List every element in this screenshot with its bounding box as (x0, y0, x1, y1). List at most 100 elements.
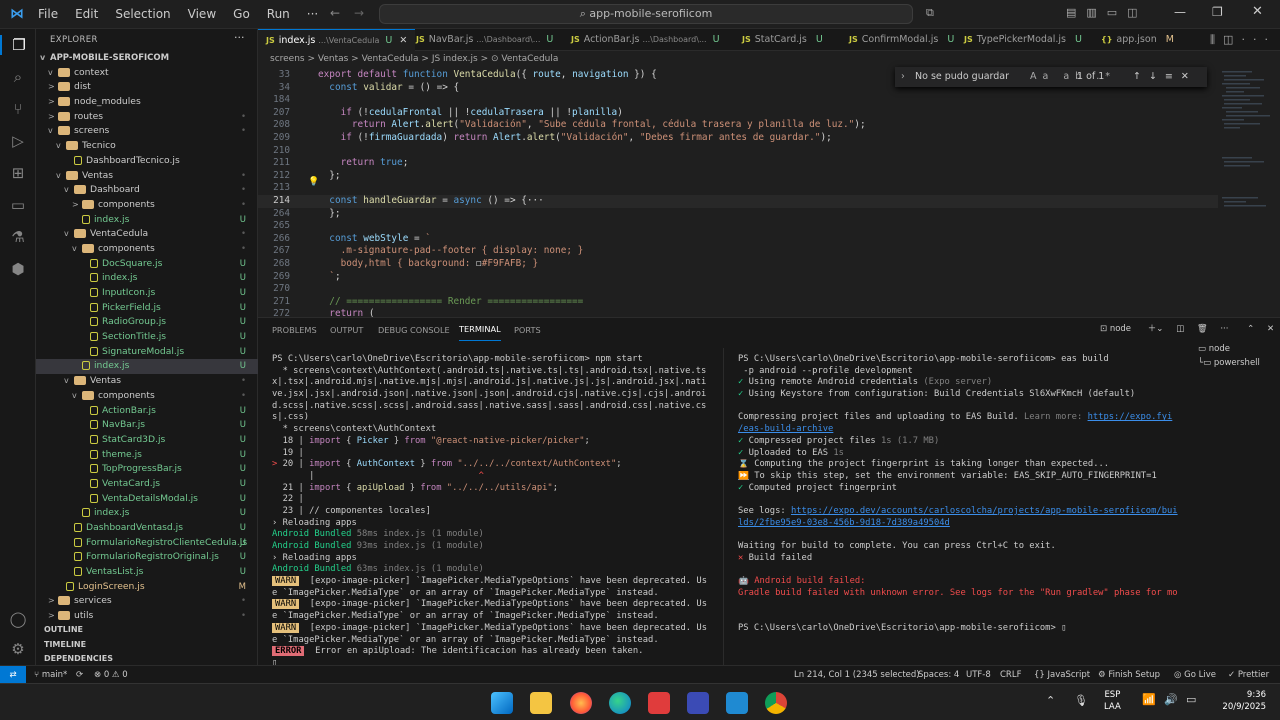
file-item[interactable]: VentaCard.js U (36, 477, 258, 492)
chrome-icon[interactable] (765, 692, 787, 714)
file-item[interactable]: FormularioRegistroClienteCedula.js U (36, 536, 258, 551)
code-line[interactable]: 270 (258, 283, 1218, 296)
edge-icon[interactable] (609, 692, 631, 714)
sync-icon[interactable]: ⟳ (76, 666, 83, 684)
problems-count[interactable]: ⊗ 0 ⚠ 0 (94, 666, 128, 684)
volume-icon[interactable]: 🔊 (1164, 693, 1178, 706)
section-outline[interactable]: OUTLINE (36, 623, 83, 638)
file-item[interactable]: RadioGroup.js U (36, 315, 258, 330)
code-line[interactable]: 264 }; (258, 208, 1218, 221)
folder-item[interactable]: v context (36, 66, 258, 81)
vscode-taskbar-icon[interactable] (726, 692, 748, 714)
minimize-icon[interactable]: — (1174, 5, 1186, 19)
folder-item[interactable]: v Ventas • (36, 169, 258, 184)
folder-item[interactable]: v Ventas • (36, 374, 258, 389)
folder-item[interactable]: v screens • (36, 124, 258, 139)
command-center-search[interactable]: ⌕ app-mobile-serofiicom (379, 4, 913, 24)
menu-go[interactable]: Go (233, 7, 250, 21)
minimap[interactable] (1218, 67, 1280, 317)
file-item[interactable]: SignatureModal.js U (36, 345, 258, 360)
terminal-label[interactable]: node (1110, 324, 1131, 334)
find-toggle-icon[interactable]: › (901, 67, 905, 87)
battery-icon[interactable]: ▭ (1186, 693, 1196, 706)
search-view-icon[interactable]: ⌕ (8, 67, 28, 87)
file-item[interactable]: index.js U (36, 359, 258, 375)
app-red-icon[interactable] (648, 692, 670, 714)
code-line[interactable]: 271 // ================= Render ========… (258, 296, 1218, 309)
file-item[interactable]: PickerField.js U (36, 301, 258, 316)
file-item[interactable]: theme.js U (36, 448, 258, 463)
source-control-icon[interactable]: ⑂ (8, 99, 28, 119)
file-item[interactable]: NavBar.js U (36, 418, 258, 433)
file-item[interactable]: VentasList.js U (36, 565, 258, 580)
tab-confirmmodal-js[interactable]: JS ConfirmModal.js U (841, 29, 962, 51)
section-timeline[interactable]: TIMELINE (36, 638, 86, 653)
code-line[interactable]: 268 body,html { background: ◻#F9FAFB; } (258, 258, 1218, 271)
file-item[interactable]: SectionTitle.js U (36, 330, 258, 345)
folder-item[interactable]: v components • (36, 242, 258, 257)
file-explorer-icon[interactable] (530, 692, 552, 714)
copilot-icon[interactable]: ⧉ (926, 6, 934, 20)
terminal-list-item-node[interactable]: ▭ node (1198, 342, 1280, 356)
menu-selection[interactable]: Selection (115, 7, 170, 21)
more-actions-icon[interactable]: ··· (234, 31, 245, 44)
file-item[interactable]: StatCard3D.js U (36, 433, 258, 448)
file-item[interactable]: DashboardVentasd.js U (36, 521, 258, 536)
account-icon[interactable]: ◯ (8, 609, 28, 629)
folder-item[interactable]: v components • (36, 389, 258, 404)
lightbulb-icon[interactable]: 💡 (308, 177, 319, 187)
panel-tab-output[interactable]: OUTPUT (330, 318, 363, 342)
file-item[interactable]: InputIcon.js U (36, 286, 258, 301)
tab-navbar-js[interactable]: JS NavBar.js ...\Dashboard\... U (408, 29, 561, 51)
code-line[interactable]: 210 (258, 145, 1218, 158)
panel-tab-ports[interactable]: PORTS (514, 318, 541, 342)
panel-tab-terminal[interactable]: TERMINAL (459, 318, 501, 341)
panel-tab-debug-console[interactable]: DEBUG CONSOLE (378, 318, 450, 342)
tab-statcard-js[interactable]: JS StatCard.js U (734, 29, 831, 51)
code-line[interactable]: 266 const webStyle = ` (258, 233, 1218, 246)
find-nav-icons[interactable]: ↑↓≡✕ (1133, 67, 1197, 87)
testing-icon[interactable]: ⚗ (8, 227, 28, 247)
close-window-icon[interactable]: ✕ (1252, 4, 1263, 19)
workspace-root[interactable]: v APP-MOBILE-SEROFICOM (36, 51, 258, 66)
menu-edit[interactable]: Edit (75, 7, 98, 21)
maximize-icon[interactable]: ❐ (1212, 5, 1223, 19)
docker-icon[interactable]: ⬢ (8, 259, 28, 279)
app-tools-icon[interactable] (687, 692, 709, 714)
terminal-eas-build[interactable]: PS C:\Users\carlo\OneDrive\Escritorio\ap… (738, 354, 1178, 664)
indentation[interactable]: Spaces: 4 (918, 666, 959, 684)
terminal-npm-start[interactable]: PS C:\Users\carlo\OneDrive\Escritorio\ap… (272, 354, 712, 668)
breadcrumb[interactable]: screens > Ventas > VentaCedula > JS inde… (258, 51, 1280, 67)
microphone-icon[interactable]: 🎙 (1074, 694, 1088, 707)
prettier[interactable]: ✓ Prettier (1228, 666, 1269, 684)
tab-typepickermodal-js[interactable]: JS TypePickerModal.js U (956, 29, 1090, 51)
new-terminal-icon[interactable]: ＋⌄ (1148, 324, 1164, 334)
go-live[interactable]: ◎ Go Live (1174, 666, 1216, 684)
code-line[interactable]: 269 `; (258, 271, 1218, 284)
file-item[interactable]: DocSquare.js U (36, 257, 258, 272)
language-indicator[interactable]: ESP LAA (1104, 689, 1121, 713)
code-line[interactable]: 267 .m-signature-pad--footer { display: … (258, 245, 1218, 258)
line-ending[interactable]: CRLF (1000, 666, 1021, 684)
code-line[interactable]: 212 }; (258, 170, 1218, 183)
code-line[interactable]: 214 const handleGuardar = async () => {·… (258, 195, 1218, 208)
cursor-position[interactable]: Ln 214, Col 1 (2345 selected) (794, 666, 920, 684)
manage-gear-icon[interactable]: ⚙ (8, 639, 28, 659)
file-item[interactable]: TopProgressBar.js U (36, 462, 258, 477)
language-mode[interactable]: {} JavaScript (1034, 666, 1090, 684)
menu-run[interactable]: Run (267, 7, 290, 21)
folder-item[interactable]: > routes • (36, 110, 258, 125)
file-item[interactable]: index.js U (36, 213, 258, 228)
tab-index-js[interactable]: JS index.js ...\VentaCedula U ✕ (258, 29, 416, 51)
clock[interactable]: 9:36 20/9/2025 (1206, 689, 1266, 713)
forward-arrow-icon[interactable]: → (354, 6, 364, 20)
code-line[interactable]: 211 return true; (258, 157, 1218, 170)
code-line[interactable]: 208 return Alert.alert("Validación", "Su… (258, 119, 1218, 132)
wifi-icon[interactable]: 📶 (1142, 693, 1156, 706)
windows-start-icon[interactable] (491, 692, 513, 714)
file-item[interactable]: ActionBar.js U (36, 404, 258, 419)
layout-icons[interactable]: ▤▥▭◫ (1066, 6, 1148, 19)
branch-indicator[interactable]: ⑂ main* (34, 666, 67, 684)
remote-indicator[interactable]: ⇄ (0, 666, 26, 684)
run-debug-icon[interactable]: ▷ (8, 131, 28, 151)
